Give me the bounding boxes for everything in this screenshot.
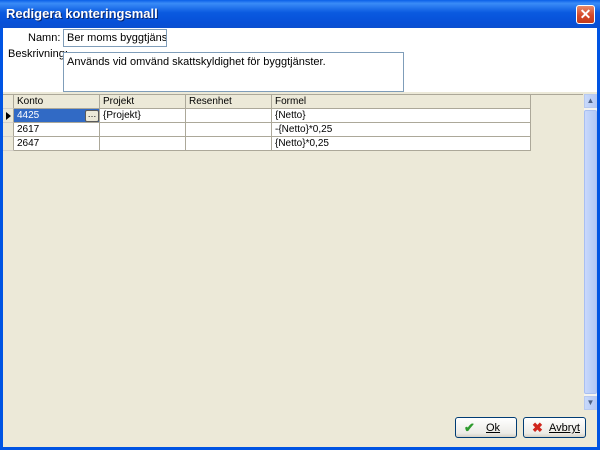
scroll-up-icon[interactable]: ▲ [584, 94, 597, 108]
scrollbar-thumb[interactable] [584, 110, 597, 394]
checkmark-icon: ✔ [464, 420, 475, 435]
cancel-button-label: Avbryt [549, 422, 580, 434]
table-cell-formel[interactable]: -{Netto}*0,25 [272, 123, 531, 137]
account-lookup-button[interactable]: … [85, 110, 99, 122]
table-cell-konto[interactable]: 2647 [14, 137, 100, 151]
description-field[interactable]: Används vid omvänd skattskyldighet för b… [63, 52, 404, 92]
name-field[interactable]: Ber moms byggtjänst [63, 29, 167, 47]
table-cell-resenhet[interactable] [186, 137, 272, 151]
title-bar[interactable]: Redigera konteringsmall ✕ [0, 0, 600, 28]
column-header-konto[interactable]: Konto [14, 95, 100, 109]
description-label: Beskrivning: [8, 48, 68, 60]
table-cell-formel[interactable]: {Netto} [272, 109, 531, 123]
cancel-button[interactable]: ✖ Avbryt [523, 417, 586, 438]
dialog-window: Redigera konteringsmall ✕ Namn: Ber moms… [0, 0, 600, 450]
scroll-down-icon[interactable]: ▼ [584, 396, 597, 410]
close-icon: ✕ [579, 6, 592, 22]
grid-corner [3, 95, 14, 109]
ok-button[interactable]: ✔ Ok [455, 417, 517, 438]
table-cell-resenhet[interactable] [186, 123, 272, 137]
posting-grid: Konto Projekt Resenhet Formel 4425 … {Pr… [3, 94, 597, 411]
dialog-title: Redigera konteringsmall [6, 6, 158, 21]
row-indicator[interactable] [3, 137, 14, 151]
row-indicator[interactable] [3, 109, 14, 123]
column-header-formel[interactable]: Formel [272, 95, 531, 109]
table-cell-resenhet[interactable] [186, 109, 272, 123]
table-cell-projekt[interactable] [100, 137, 186, 151]
column-header-resenhet[interactable]: Resenhet [186, 95, 272, 109]
ok-button-label: Ok [486, 422, 501, 434]
table-cell-formel[interactable]: {Netto}*0,25 [272, 137, 531, 151]
vertical-scrollbar[interactable]: ▲ ▼ [583, 94, 597, 410]
template-form: Namn: Ber moms byggtjänst Beskrivning: A… [3, 28, 597, 92]
table-cell-konto[interactable]: 2617 [14, 123, 100, 137]
name-label: Namn: [28, 32, 61, 44]
close-button[interactable]: ✕ [576, 5, 595, 24]
current-row-arrow-icon [6, 112, 11, 120]
column-header-projekt[interactable]: Projekt [100, 95, 186, 109]
row-indicator[interactable] [3, 123, 14, 137]
table-cell-projekt[interactable] [100, 123, 186, 137]
table-cell-projekt[interactable]: {Projekt} [100, 109, 186, 123]
dialog-body: Namn: Ber moms byggtjänst Beskrivning: A… [3, 28, 597, 447]
cross-icon: ✖ [532, 420, 543, 435]
